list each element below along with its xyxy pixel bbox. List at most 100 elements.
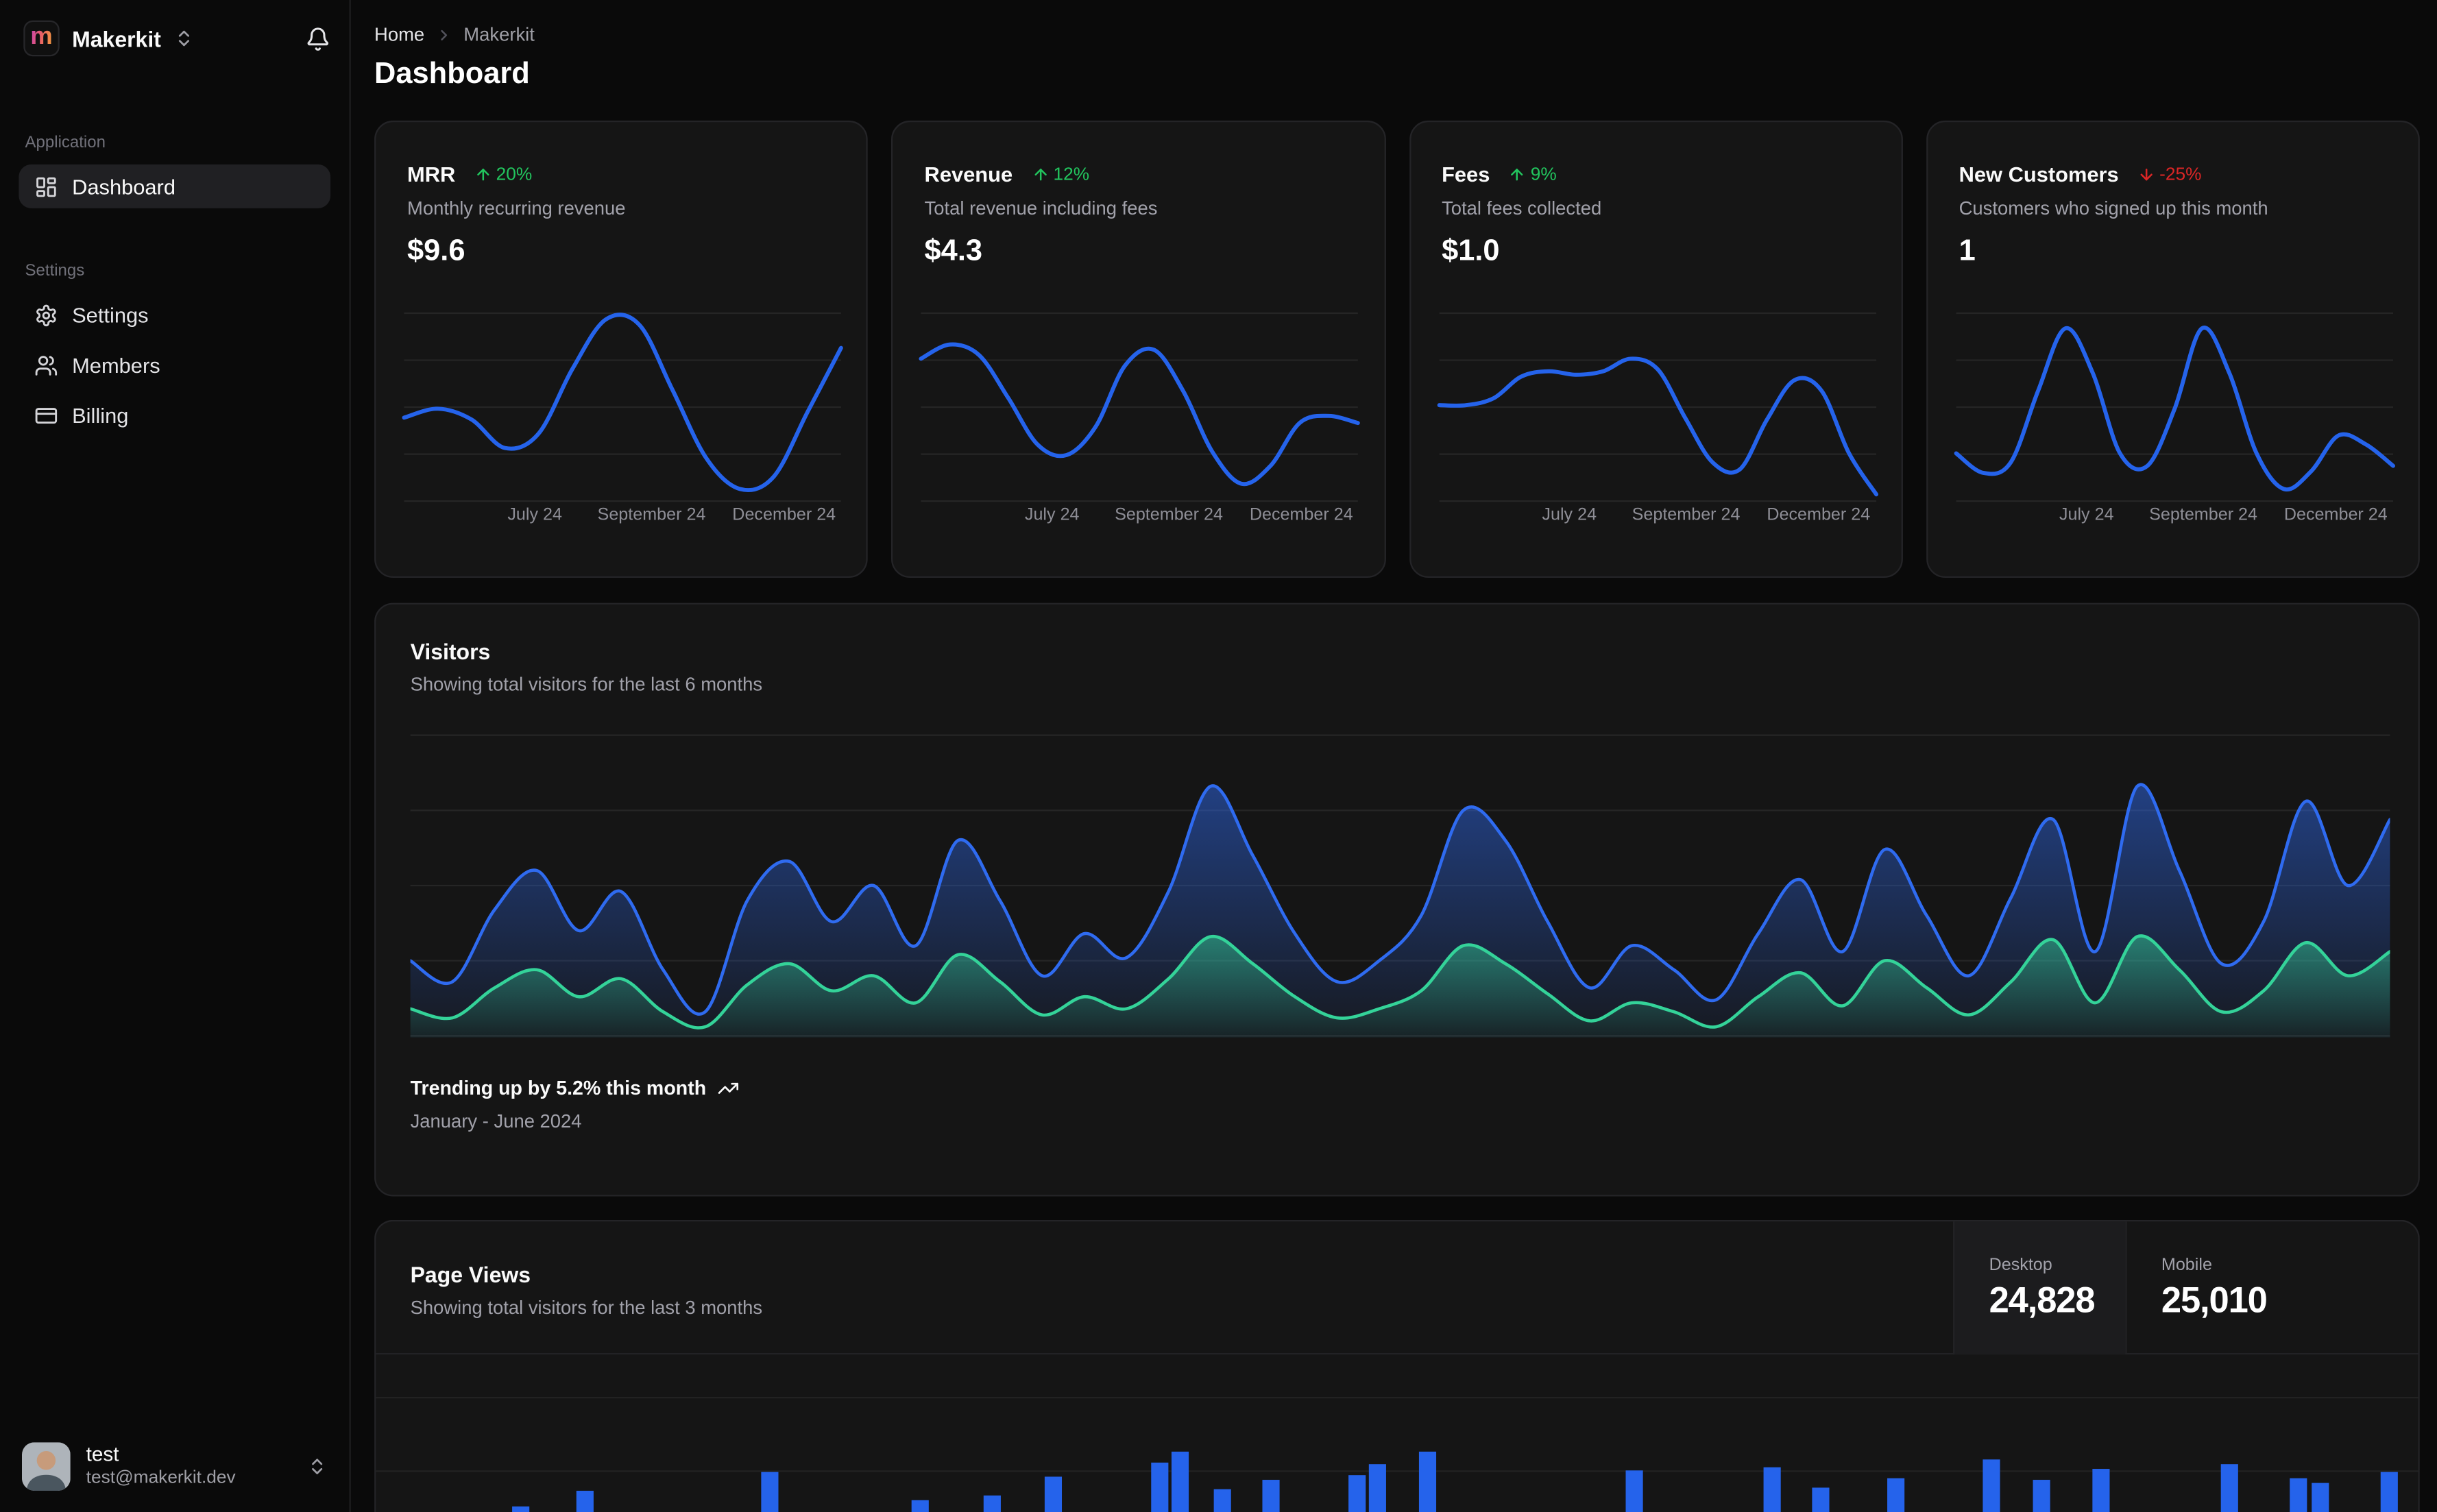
x-axis-ticks: July 24 September 24 December 24 — [1410, 506, 1901, 528]
gear-icon — [34, 303, 58, 326]
sidebar-item-billing[interactable]: Billing — [19, 393, 330, 437]
workspace-name[interactable]: Makerkit — [72, 26, 161, 51]
bar — [983, 1495, 1001, 1512]
stat-subtitle: Total fees collected — [1442, 197, 1602, 219]
workspace-row: m Makerkit — [19, 20, 331, 57]
toggle-label: Mobile — [2161, 1256, 2212, 1275]
breadcrumb-home-link[interactable]: Home — [374, 23, 424, 45]
x-tick: July 24 — [2059, 505, 2114, 525]
stat-head: Revenue 12% — [925, 163, 1356, 186]
stat-title: Revenue — [924, 162, 1013, 186]
bar — [761, 1472, 779, 1512]
bar — [1763, 1467, 1781, 1512]
bar — [1044, 1476, 1063, 1512]
bar — [1348, 1475, 1366, 1512]
toggle-desktop[interactable]: Desktop 24,828 — [1953, 1221, 2126, 1355]
toggle-label: Desktop — [1989, 1256, 2052, 1275]
stat-delta-badge: 12% — [1032, 165, 1089, 184]
toggle-value: 25,010 — [2161, 1279, 2268, 1321]
sidebar-item-label: Settings — [72, 303, 149, 327]
stat-delta-badge: -25% — [2137, 165, 2201, 184]
bar — [2290, 1478, 2307, 1512]
stat-delta-badge: 20% — [474, 165, 532, 184]
bar — [2380, 1472, 2398, 1512]
stat-head: MRR 20% — [407, 163, 838, 186]
stat-title: Fees — [1442, 162, 1490, 186]
user-email: test@makerkit.dev — [86, 1470, 236, 1489]
user-menu-chevrons-icon[interactable] — [307, 1456, 328, 1477]
notifications-bell-icon[interactable] — [306, 26, 331, 51]
bar — [1262, 1480, 1280, 1512]
fees-sparkline-chart — [1436, 312, 1878, 502]
x-axis-ticks: July 24 September 24 December 24 — [1928, 506, 2418, 528]
bar — [1368, 1464, 1386, 1512]
page-title: Dashboard — [374, 58, 530, 91]
bar — [1171, 1451, 1189, 1512]
stat-card-new-customers: New Customers -25% Customers who signed … — [1926, 120, 2420, 578]
bar — [512, 1506, 530, 1512]
bar — [1213, 1489, 1231, 1512]
x-tick: September 24 — [2149, 505, 2258, 525]
page-views-toggles: Desktop 24,828 Mobile 25,010 — [1953, 1221, 2418, 1355]
bar — [1812, 1487, 1830, 1512]
bar — [2312, 1483, 2329, 1512]
stat-card-fees: Fees 9% Total fees collected $1.0 July 2… — [1409, 120, 1903, 578]
layout-dashboard-icon — [34, 175, 58, 198]
users-icon — [34, 353, 58, 376]
arrow-down-icon — [2137, 166, 2155, 183]
stat-value: $4.3 — [924, 234, 983, 268]
chevron-right-icon — [435, 26, 452, 43]
new-customers-sparkline-chart — [1954, 312, 2395, 502]
bar — [1887, 1478, 1905, 1512]
stat-head: Fees 9% — [1442, 163, 1873, 186]
x-axis-ticks: July 24 September 24 December 24 — [376, 506, 866, 528]
sidebar-nav: Application Dashboard Settings Settings — [19, 133, 331, 437]
stat-card-mrr: MRR 20% Monthly recurring revenue $9.6 J… — [374, 120, 869, 578]
stat-head: New Customers -25% — [1959, 163, 2390, 186]
stat-subtitle: Customers who signed up this month — [1959, 197, 2268, 219]
x-tick: December 24 — [732, 505, 836, 525]
bar — [2220, 1464, 2238, 1512]
x-tick: July 24 — [1542, 505, 1597, 525]
x-tick: September 24 — [1115, 505, 1223, 525]
arrow-up-icon — [474, 166, 492, 183]
sidebar-item-members[interactable]: Members — [19, 343, 330, 387]
bar — [1983, 1459, 2000, 1512]
toggle-value: 24,828 — [1989, 1279, 2096, 1321]
sidebar-item-dashboard[interactable]: Dashboard — [19, 164, 331, 208]
stat-value: 1 — [1959, 234, 1976, 268]
sidebar-item-label: Billing — [72, 403, 129, 427]
visitors-area-chart — [410, 734, 2390, 1038]
app-root: m Makerkit Application Dashboard Setting… — [0, 0, 2437, 1512]
user-menu[interactable]: test test@makerkit.dev — [16, 1433, 334, 1500]
revenue-sparkline-chart — [919, 312, 1361, 502]
nav-section-label-application: Application — [25, 133, 106, 152]
visitors-card: Visitors Showing total visitors for the … — [374, 602, 2420, 1197]
stat-delta-value: -25% — [2159, 165, 2202, 184]
x-tick: September 24 — [1632, 505, 1741, 525]
workspace-selector-chevrons-icon[interactable] — [173, 28, 194, 49]
nav-gap — [19, 215, 330, 262]
stat-card-revenue: Revenue 12% Total revenue including fees… — [891, 120, 1385, 578]
sidebar-item-settings[interactable]: Settings — [19, 293, 330, 337]
breadcrumb-current: Makerkit — [463, 23, 535, 46]
makerkit-logo[interactable]: m — [23, 20, 60, 57]
x-axis-ticks: July 24 September 24 December 24 — [893, 506, 1384, 528]
bar — [2033, 1480, 2050, 1512]
visitors-trend-text: Trending up by 5.2% this month — [410, 1077, 707, 1099]
logo-letter: m — [30, 23, 53, 49]
x-tick: July 24 — [1024, 505, 1080, 525]
toggle-mobile[interactable]: Mobile 25,010 — [2125, 1221, 2418, 1355]
stat-subtitle: Monthly recurring revenue — [407, 197, 626, 219]
x-tick: September 24 — [597, 505, 706, 525]
stat-card-grid: MRR 20% Monthly recurring revenue $9.6 J… — [374, 120, 2420, 578]
stat-subtitle: Total revenue including fees — [924, 197, 1158, 219]
trending-up-icon — [717, 1077, 739, 1099]
bar — [1151, 1462, 1169, 1512]
sidebar-item-label: Dashboard — [72, 174, 175, 199]
visitors-footer: Trending up by 5.2% this month January -… — [411, 1077, 740, 1132]
bar — [576, 1491, 594, 1512]
visitors-title: Visitors — [410, 639, 491, 664]
mrr-sparkline-chart — [402, 312, 843, 502]
bar — [1625, 1470, 1643, 1512]
